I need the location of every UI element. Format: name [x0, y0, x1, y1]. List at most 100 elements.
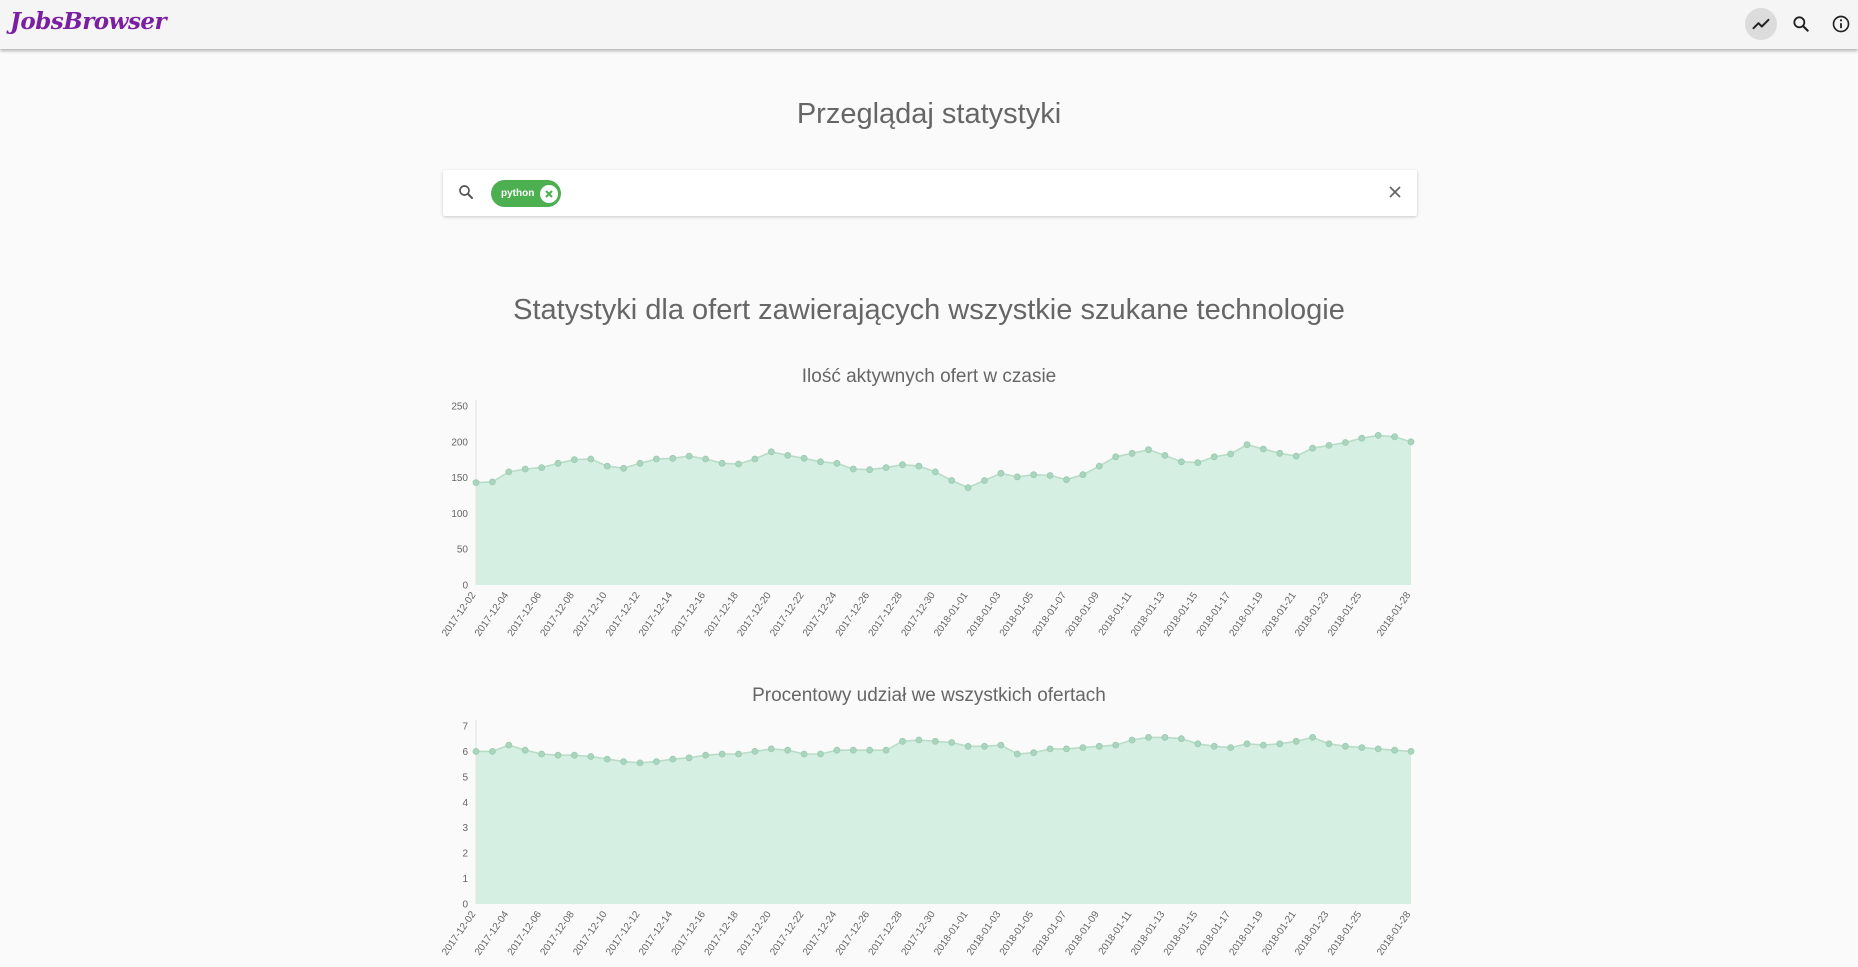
data-point[interactable]: [1342, 742, 1349, 750]
info-button[interactable]: [1825, 8, 1857, 40]
data-point[interactable]: [1063, 745, 1070, 753]
data-point[interactable]: [833, 746, 841, 754]
data-point[interactable]: [735, 460, 742, 468]
data-point[interactable]: [653, 758, 660, 765]
data-point[interactable]: [964, 484, 972, 491]
data-point[interactable]: [800, 750, 808, 758]
data-point[interactable]: [702, 751, 709, 759]
data-point[interactable]: [1145, 733, 1152, 741]
data-point[interactable]: [1407, 438, 1415, 446]
data-point[interactable]: [718, 459, 726, 467]
data-point[interactable]: [554, 751, 562, 759]
data-point[interactable]: [817, 458, 824, 466]
data-point[interactable]: [554, 459, 562, 467]
data-point[interactable]: [1227, 450, 1234, 458]
data-point[interactable]: [866, 746, 874, 754]
data-point[interactable]: [1391, 746, 1398, 754]
data-point[interactable]: [784, 746, 792, 754]
data-point[interactable]: [718, 750, 726, 758]
data-point[interactable]: [1276, 449, 1284, 457]
statistics-button[interactable]: [1745, 8, 1777, 40]
data-point[interactable]: [1161, 733, 1169, 741]
search-page-button[interactable]: [1785, 8, 1817, 40]
data-point[interactable]: [1079, 471, 1087, 479]
data-point[interactable]: [948, 477, 956, 484]
data-point[interactable]: [1407, 748, 1415, 755]
data-point[interactable]: [735, 750, 742, 758]
data-point[interactable]: [1210, 742, 1218, 750]
data-point[interactable]: [620, 464, 627, 472]
data-point[interactable]: [472, 748, 480, 755]
technology-chip[interactable]: python: [491, 180, 562, 207]
data-point[interactable]: [1178, 458, 1185, 466]
data-point[interactable]: [981, 742, 988, 750]
search-bar[interactable]: python: [443, 170, 1417, 216]
data-point[interactable]: [964, 742, 972, 750]
data-point[interactable]: [1325, 442, 1333, 449]
data-point[interactable]: [751, 455, 759, 463]
data-point[interactable]: [1079, 744, 1087, 751]
data-point[interactable]: [1063, 476, 1070, 484]
data-point[interactable]: [1243, 740, 1251, 748]
data-point[interactable]: [669, 755, 677, 763]
data-point[interactable]: [669, 454, 677, 462]
data-point[interactable]: [899, 461, 906, 469]
data-point[interactable]: [931, 737, 939, 745]
data-point[interactable]: [882, 746, 890, 754]
data-point[interactable]: [521, 746, 529, 754]
data-point[interactable]: [899, 737, 906, 745]
data-point[interactable]: [1046, 472, 1054, 479]
data-point[interactable]: [538, 464, 545, 471]
data-point[interactable]: [931, 468, 939, 476]
data-point[interactable]: [472, 479, 480, 486]
data-point[interactable]: [1046, 745, 1054, 753]
data-point[interactable]: [1145, 446, 1152, 454]
data-point[interactable]: [636, 459, 644, 467]
data-point[interactable]: [505, 741, 513, 749]
data-point[interactable]: [587, 455, 595, 463]
data-point[interactable]: [1210, 453, 1218, 461]
data-point[interactable]: [1374, 745, 1382, 753]
data-point[interactable]: [488, 748, 496, 755]
data-point[interactable]: [1374, 432, 1382, 439]
data-point[interactable]: [1260, 445, 1267, 453]
data-point[interactable]: [1128, 449, 1136, 457]
data-point[interactable]: [948, 739, 956, 746]
data-point[interactable]: [1292, 452, 1300, 460]
data-point[interactable]: [521, 465, 529, 473]
clear-search-button[interactable]: [1387, 184, 1403, 205]
data-point[interactable]: [1391, 433, 1398, 441]
data-point[interactable]: [587, 753, 595, 760]
data-point[interactable]: [1194, 740, 1202, 748]
data-point[interactable]: [1325, 740, 1333, 748]
data-point[interactable]: [1030, 749, 1038, 757]
data-point[interactable]: [636, 759, 644, 767]
data-point[interactable]: [981, 477, 988, 484]
data-point[interactable]: [1260, 741, 1267, 749]
data-point[interactable]: [538, 750, 545, 758]
data-point[interactable]: [1013, 750, 1021, 758]
data-point[interactable]: [702, 455, 709, 463]
data-point[interactable]: [767, 745, 775, 753]
data-point[interactable]: [1030, 471, 1038, 479]
data-point[interactable]: [653, 455, 660, 463]
data-point[interactable]: [1194, 459, 1202, 466]
data-point[interactable]: [882, 464, 890, 471]
data-point[interactable]: [1292, 737, 1300, 745]
data-point[interactable]: [1178, 735, 1185, 743]
data-point[interactable]: [488, 478, 496, 486]
data-point[interactable]: [915, 462, 923, 470]
data-point[interactable]: [1013, 473, 1021, 481]
data-point[interactable]: [817, 750, 824, 758]
data-point[interactable]: [800, 454, 808, 462]
data-point[interactable]: [1309, 444, 1316, 452]
data-point[interactable]: [1243, 441, 1251, 449]
data-point[interactable]: [767, 448, 775, 456]
data-point[interactable]: [997, 741, 1005, 749]
data-point[interactable]: [751, 748, 759, 755]
data-point[interactable]: [1095, 462, 1103, 470]
brand-logo[interactable]: JobsBrowser: [10, 8, 167, 35]
data-point[interactable]: [1276, 740, 1284, 748]
data-point[interactable]: [685, 754, 693, 762]
data-point[interactable]: [620, 758, 627, 765]
